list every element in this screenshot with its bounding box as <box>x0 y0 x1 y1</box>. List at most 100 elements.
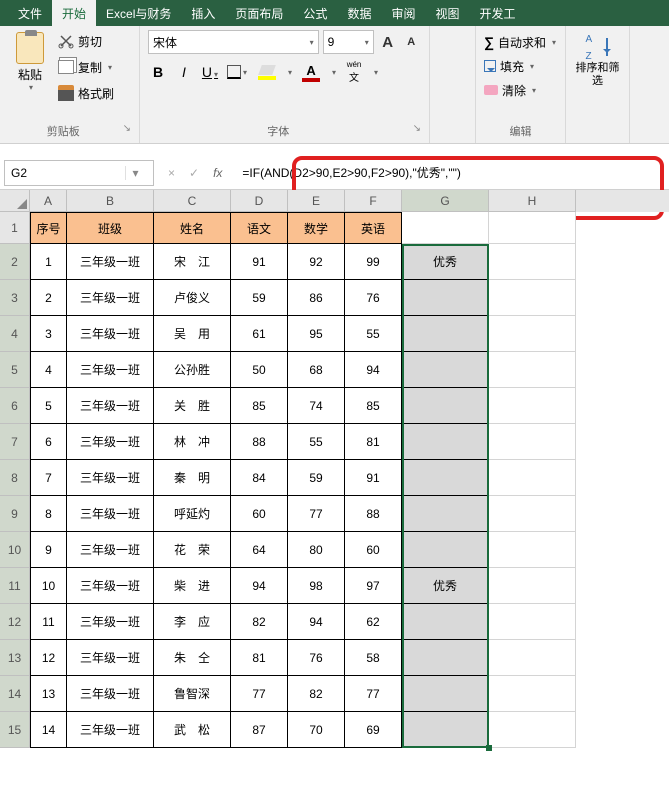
row-header-2[interactable]: 2 <box>0 244 30 280</box>
cell-G8[interactable] <box>402 460 489 496</box>
font-size-select[interactable]: 9 ▾ <box>323 30 374 54</box>
cell-E7[interactable]: 55 <box>288 424 345 460</box>
cell-A4[interactable]: 3 <box>30 316 67 352</box>
cell-F14[interactable]: 77 <box>345 676 402 712</box>
cell-F6[interactable]: 85 <box>345 388 402 424</box>
cell-F5[interactable]: 94 <box>345 352 402 388</box>
cell-D2[interactable]: 91 <box>231 244 288 280</box>
cell-H4[interactable] <box>489 316 576 352</box>
cell-B6[interactable]: 三年级一班 <box>67 388 154 424</box>
column-header-G[interactable]: G <box>402 190 489 212</box>
copy-button[interactable]: 复制▾ <box>58 56 114 78</box>
cell-B9[interactable]: 三年级一班 <box>67 496 154 532</box>
fill-button[interactable]: 填充▾ <box>484 54 557 78</box>
cell-G14[interactable] <box>402 676 489 712</box>
italic-button[interactable]: I <box>174 64 194 80</box>
clear-button[interactable]: 清除▾ <box>484 78 557 102</box>
row-header-13[interactable]: 13 <box>0 640 30 676</box>
cell-A5[interactable]: 4 <box>30 352 67 388</box>
cell-F11[interactable]: 97 <box>345 568 402 604</box>
chevron-down-icon[interactable]: ▾ <box>288 68 292 77</box>
cell-A11[interactable]: 10 <box>30 568 67 604</box>
cell-H11[interactable] <box>489 568 576 604</box>
cell-B12[interactable]: 三年级一班 <box>67 604 154 640</box>
cell-C10[interactable]: 花 荣 <box>154 532 231 568</box>
cell-G7[interactable] <box>402 424 489 460</box>
cut-button[interactable]: 剪切 <box>58 30 114 52</box>
menu-excel-finance[interactable]: Excel与财务 <box>96 0 181 26</box>
cell-D15[interactable]: 87 <box>231 712 288 748</box>
cell-A6[interactable]: 5 <box>30 388 67 424</box>
cell-F8[interactable]: 91 <box>345 460 402 496</box>
cell-H3[interactable] <box>489 280 576 316</box>
cell-B8[interactable]: 三年级一班 <box>67 460 154 496</box>
cell-B13[interactable]: 三年级一班 <box>67 640 154 676</box>
header-cell-E1[interactable]: 数学 <box>288 212 345 244</box>
cell-D9[interactable]: 60 <box>231 496 288 532</box>
cell-B4[interactable]: 三年级一班 <box>67 316 154 352</box>
cell-H5[interactable] <box>489 352 576 388</box>
accept-formula-button[interactable]: ✓ <box>189 166 199 180</box>
cell-D14[interactable]: 77 <box>231 676 288 712</box>
menu-developer[interactable]: 开发工 <box>469 0 525 26</box>
paste-button[interactable]: 粘贴 ▾ <box>8 30 52 104</box>
cell-E3[interactable]: 86 <box>288 280 345 316</box>
cell-A12[interactable]: 11 <box>30 604 67 640</box>
cell-C6[interactable]: 关 胜 <box>154 388 231 424</box>
cell-E13[interactable]: 76 <box>288 640 345 676</box>
cell-E10[interactable]: 80 <box>288 532 345 568</box>
cell-C7[interactable]: 林 冲 <box>154 424 231 460</box>
row-header-1[interactable]: 1 <box>0 212 30 244</box>
cell-A13[interactable]: 12 <box>30 640 67 676</box>
cell-E4[interactable]: 95 <box>288 316 345 352</box>
row-header-8[interactable]: 8 <box>0 460 30 496</box>
row-header-4[interactable]: 4 <box>0 316 30 352</box>
column-header-E[interactable]: E <box>288 190 345 212</box>
row-header-3[interactable]: 3 <box>0 280 30 316</box>
cell-E11[interactable]: 98 <box>288 568 345 604</box>
cell-A10[interactable]: 9 <box>30 532 67 568</box>
cell-C14[interactable]: 鲁智深 <box>154 676 231 712</box>
underline-button[interactable]: U▾ <box>200 64 220 80</box>
cell-H1[interactable] <box>489 212 576 244</box>
select-all-corner[interactable] <box>0 190 30 212</box>
menu-page-layout[interactable]: 页面布局 <box>225 0 293 26</box>
cell-E15[interactable]: 70 <box>288 712 345 748</box>
row-header-10[interactable]: 10 <box>0 532 30 568</box>
header-cell-D1[interactable]: 语文 <box>231 212 288 244</box>
cell-A3[interactable]: 2 <box>30 280 67 316</box>
cell-F3[interactable]: 76 <box>345 280 402 316</box>
cell-C11[interactable]: 柴 进 <box>154 568 231 604</box>
row-header-12[interactable]: 12 <box>0 604 30 640</box>
cell-E6[interactable]: 74 <box>288 388 345 424</box>
cell-F15[interactable]: 69 <box>345 712 402 748</box>
header-cell-F1[interactable]: 英语 <box>345 212 402 244</box>
menu-home[interactable]: 开始 <box>52 0 96 26</box>
cell-B15[interactable]: 三年级一班 <box>67 712 154 748</box>
cell-B11[interactable]: 三年级一班 <box>67 568 154 604</box>
cell-H9[interactable] <box>489 496 576 532</box>
name-box[interactable]: ▾ <box>4 160 154 186</box>
menu-view[interactable]: 视图 <box>425 0 469 26</box>
cell-F7[interactable]: 81 <box>345 424 402 460</box>
cell-F4[interactable]: 55 <box>345 316 402 352</box>
cell-A7[interactable]: 6 <box>30 424 67 460</box>
cell-D13[interactable]: 81 <box>231 640 288 676</box>
cell-F10[interactable]: 60 <box>345 532 402 568</box>
cell-E9[interactable]: 77 <box>288 496 345 532</box>
cell-D3[interactable]: 59 <box>231 280 288 316</box>
cell-E5[interactable]: 68 <box>288 352 345 388</box>
dialog-launcher-icon[interactable]: ↘ <box>413 123 421 134</box>
cell-G1[interactable] <box>402 212 489 244</box>
header-cell-B1[interactable]: 班级 <box>67 212 154 244</box>
cell-G12[interactable] <box>402 604 489 640</box>
dialog-launcher-icon[interactable]: ↘ <box>123 123 131 134</box>
row-header-5[interactable]: 5 <box>0 352 30 388</box>
cell-C8[interactable]: 秦 明 <box>154 460 231 496</box>
fill-color-button[interactable] <box>254 65 280 80</box>
cell-G2[interactable]: 优秀 <box>402 244 489 280</box>
cell-C4[interactable]: 吴 用 <box>154 316 231 352</box>
cell-G10[interactable] <box>402 532 489 568</box>
cell-H14[interactable] <box>489 676 576 712</box>
cell-B7[interactable]: 三年级一班 <box>67 424 154 460</box>
